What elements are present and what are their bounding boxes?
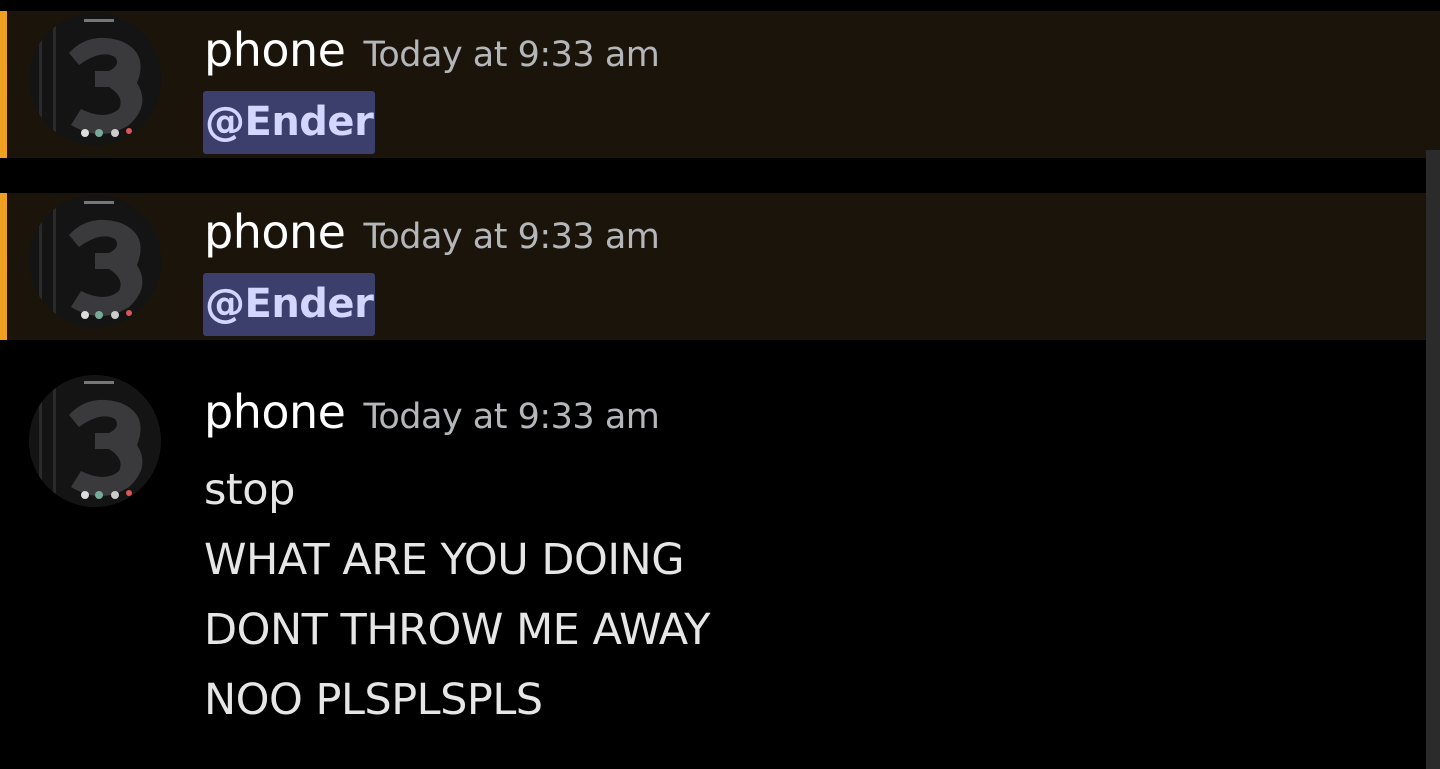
username[interactable]: phone: [204, 205, 346, 259]
username[interactable]: phone: [204, 385, 346, 439]
chat-view: phone Today at 9:33 am @Ender phone Today …: [0, 0, 1440, 769]
message-item[interactable]: phone Today at 9:33 am stop WHAT ARE YOU …: [0, 373, 1440, 769]
scrollbar[interactable]: [1426, 150, 1440, 769]
message-line: WHAT ARE YOU DOING: [204, 535, 685, 585]
message-item[interactable]: phone Today at 9:33 am @Ender: [0, 11, 1440, 158]
user-mention[interactable]: @Ender: [203, 273, 376, 336]
message-line: DONT THROW ME AWAY: [204, 605, 711, 655]
user-mention[interactable]: @Ender: [203, 91, 376, 154]
avatar[interactable]: [29, 195, 161, 327]
avatar[interactable]: [29, 375, 161, 507]
message-line: NOO PLSPLSPLS: [204, 675, 543, 725]
phone-avatar-icon: [29, 13, 161, 145]
avatar[interactable]: [29, 13, 161, 145]
phone-avatar-icon: [29, 195, 161, 327]
phone-avatar-icon: [29, 375, 161, 507]
timestamp: Today at 9:33 am: [363, 217, 660, 257]
message-line: stop: [204, 465, 295, 515]
message-item[interactable]: phone Today at 9:33 am @Ender: [0, 193, 1426, 340]
message-header: phone Today at 9:33 am: [204, 385, 660, 445]
username[interactable]: phone: [204, 23, 346, 77]
message-header: phone Today at 9:33 am: [204, 23, 660, 83]
message-content: stop WHAT ARE YOU DOING DONT THROW ME AW…: [204, 459, 711, 739]
timestamp: Today at 9:33 am: [363, 35, 660, 75]
message-header: phone Today at 9:33 am: [204, 205, 660, 265]
timestamp: Today at 9:33 am: [363, 397, 660, 437]
